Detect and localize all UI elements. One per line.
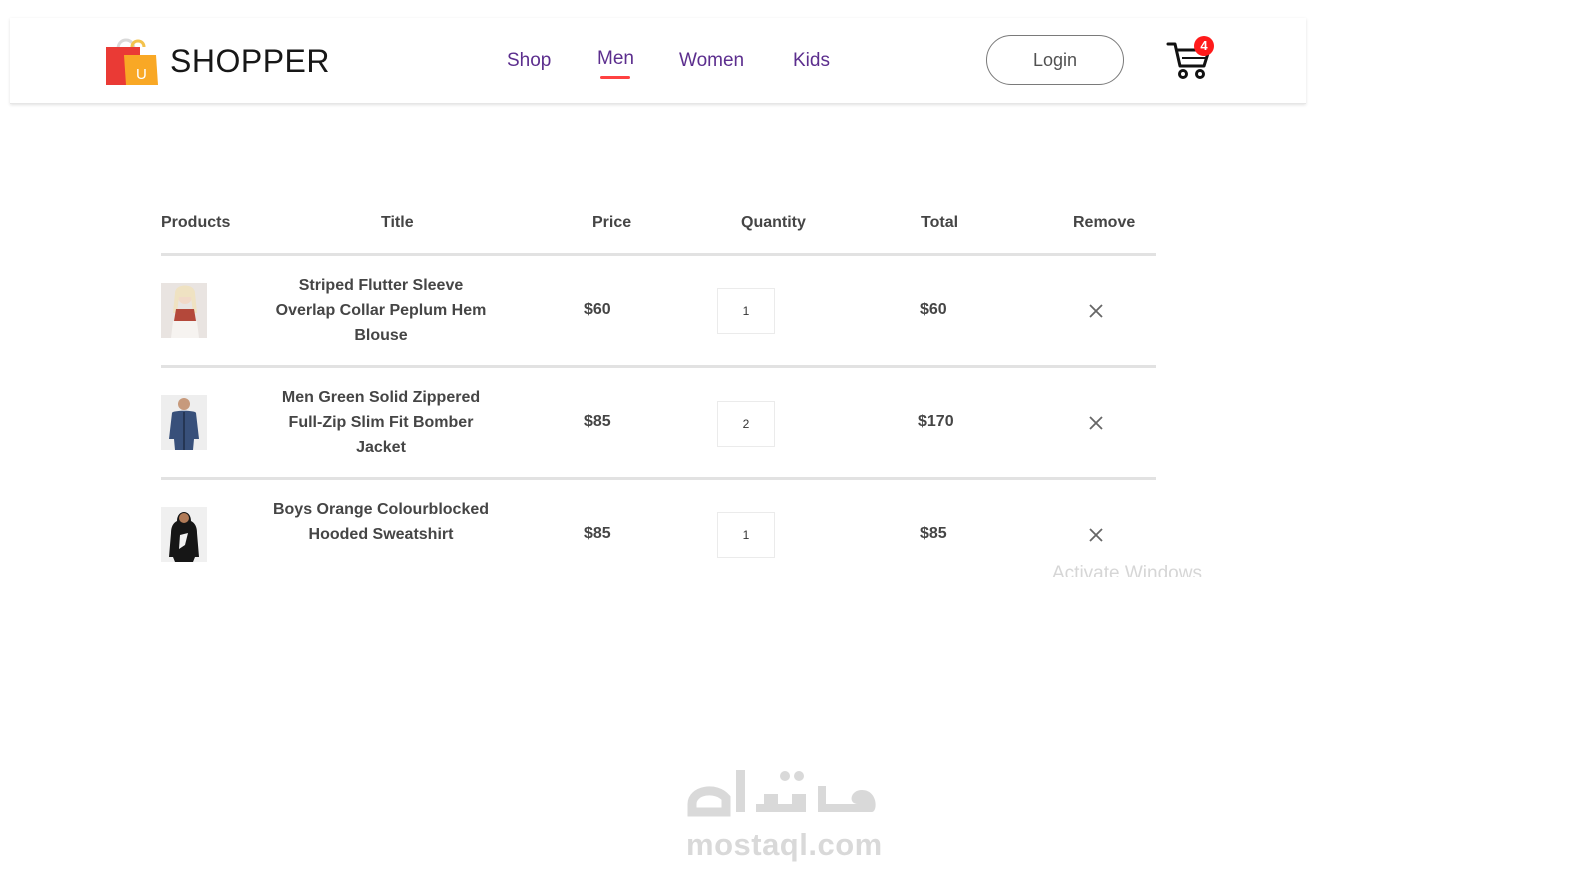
brand-logo[interactable]: U SHOPPER <box>104 35 330 87</box>
quantity-field[interactable]: 1 <box>717 512 775 558</box>
product-total: $60 <box>920 301 947 318</box>
product-price: $85 <box>584 413 611 430</box>
product-image <box>161 283 207 338</box>
remove-icon[interactable] <box>1087 414 1105 432</box>
nav-item-men[interactable]: Men <box>597 48 634 79</box>
product-title: Striped Flutter Sleeve Overlap Collar Pe… <box>275 277 487 344</box>
header-title: Title <box>381 214 414 231</box>
product-image <box>161 507 207 562</box>
table-row: Men Green Solid Zippered Full-Zip Slim F… <box>161 368 1156 478</box>
product-price: $85 <box>584 525 611 542</box>
product-total: $85 <box>920 525 947 542</box>
header-quantity: Quantity <box>741 214 806 231</box>
product-title: Boys Orange Colourblocked Hooded Sweatsh… <box>272 501 490 543</box>
active-nav-indicator <box>600 76 630 79</box>
nav-item-women[interactable]: Women <box>679 50 744 72</box>
header-price: Price <box>592 214 632 231</box>
shopping-bag-icon: U <box>106 38 158 85</box>
brand-name: SHOPPER <box>170 42 330 79</box>
nav-item-shop[interactable]: Shop <box>507 50 551 72</box>
product-total: $170 <box>918 413 954 430</box>
header-remove: Remove <box>1073 214 1136 231</box>
activate-windows-watermark: Activate Windows <box>1052 563 1202 577</box>
nav-item-men-label: Men <box>597 48 634 69</box>
login-button[interactable]: Login <box>986 35 1124 85</box>
product-title: Men Green Solid Zippered Full-Zip Slim F… <box>281 389 481 456</box>
cart-count-badge: 4 <box>1194 36 1214 56</box>
quantity-field[interactable]: 2 <box>717 401 775 447</box>
navbar: U SHOPPER Shop Men Women Kids Login 4 <box>10 18 1306 104</box>
quantity-field[interactable]: 1 <box>717 288 775 334</box>
header-products: Products <box>161 214 231 231</box>
remove-icon[interactable] <box>1087 526 1105 544</box>
table-row: Boys Orange Colourblocked Hooded Sweatsh… <box>161 480 1156 576</box>
nav-item-kids[interactable]: Kids <box>793 50 830 72</box>
header-total: Total <box>921 214 959 231</box>
product-price: $60 <box>584 301 611 318</box>
svg-text:U: U <box>136 66 147 83</box>
remove-icon[interactable] <box>1087 302 1105 320</box>
product-image <box>161 395 207 450</box>
nav-item-shop-label: Shop <box>507 50 552 71</box>
nav-item-kids-label: Kids <box>793 50 830 71</box>
mostaql-watermark: mostaql.com <box>686 760 883 862</box>
mostaql-url: mostaql.com <box>686 827 883 862</box>
mostaql-logo-mark <box>687 770 876 817</box>
nav-item-women-label: Women <box>679 50 745 71</box>
table-row: Striped Flutter Sleeve Overlap Collar Pe… <box>161 256 1156 366</box>
